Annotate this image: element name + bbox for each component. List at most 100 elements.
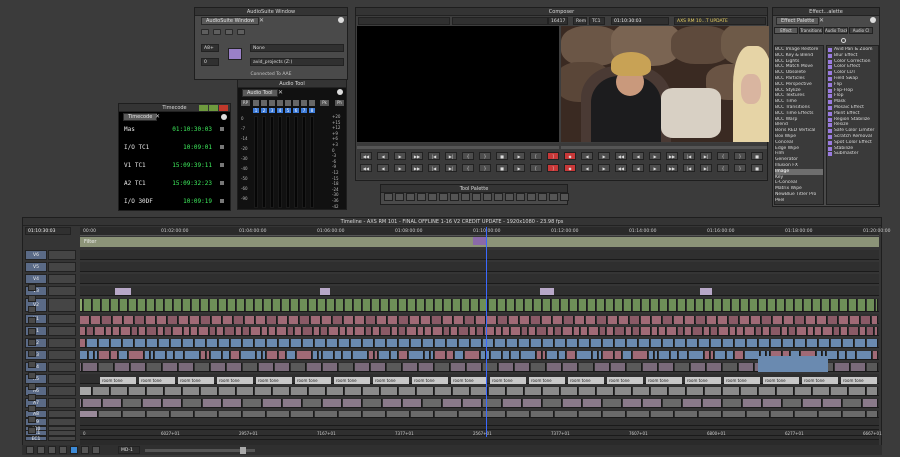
transport-button[interactable]: |◀	[428, 152, 440, 160]
clip[interactable]	[219, 411, 242, 417]
clip[interactable]	[147, 387, 164, 395]
clip[interactable]	[201, 316, 211, 324]
track-monitor-icon[interactable]	[28, 405, 36, 412]
clip[interactable]	[519, 339, 530, 347]
clip[interactable]	[730, 327, 736, 335]
clip[interactable]	[795, 387, 812, 395]
clip[interactable]	[159, 339, 170, 347]
clip[interactable]	[287, 351, 296, 359]
track-monitor-icon[interactable]	[28, 372, 36, 379]
clip[interactable]	[633, 327, 640, 335]
clip[interactable]	[80, 339, 86, 347]
clip[interactable]	[120, 299, 128, 311]
clip[interactable]	[714, 299, 722, 311]
track-selector[interactable]: EC1	[25, 436, 47, 442]
clip[interactable]	[327, 387, 344, 395]
clip[interactable]	[131, 363, 146, 371]
clip[interactable]	[207, 351, 210, 359]
clip[interactable]	[146, 316, 156, 324]
clip[interactable]	[561, 387, 578, 395]
clip[interactable]	[586, 316, 596, 324]
channel-button[interactable]	[261, 100, 267, 106]
plugin-icon[interactable]	[228, 48, 242, 60]
track-monitor-icon[interactable]	[28, 306, 36, 313]
clip[interactable]	[559, 351, 566, 359]
clip[interactable]	[700, 288, 712, 295]
clip[interactable]	[246, 299, 254, 311]
tool-button[interactable]	[461, 193, 470, 201]
clip[interactable]	[129, 299, 137, 311]
tool-button[interactable]	[439, 193, 448, 201]
clip[interactable]	[723, 411, 746, 417]
clip[interactable]	[607, 327, 614, 335]
clip[interactable]	[543, 351, 546, 359]
clip[interactable]	[511, 327, 521, 335]
clip[interactable]	[190, 316, 200, 324]
clip[interactable]	[319, 351, 322, 359]
clip[interactable]	[121, 327, 131, 335]
tool-button[interactable]	[428, 193, 437, 201]
clip[interactable]	[93, 387, 110, 395]
clip[interactable]	[392, 327, 398, 335]
clip[interactable]	[547, 363, 562, 371]
clip[interactable]	[567, 339, 578, 347]
track-monitor-icon[interactable]	[28, 284, 36, 291]
clip[interactable]	[834, 327, 840, 335]
clip[interactable]	[211, 363, 226, 371]
room-tone-clip[interactable]: room tone	[802, 377, 838, 384]
transport-button[interactable]: ◀	[581, 164, 593, 172]
clip[interactable]	[451, 363, 466, 371]
tool-button[interactable]	[538, 193, 547, 201]
fast-menu-icon[interactable]	[338, 17, 344, 23]
clip[interactable]	[735, 339, 746, 347]
clip[interactable]	[555, 339, 566, 347]
clip[interactable]	[529, 327, 536, 335]
clip[interactable]	[273, 299, 281, 311]
clip[interactable]	[729, 316, 739, 324]
clip[interactable]	[147, 411, 170, 417]
clip[interactable]	[399, 387, 416, 395]
clip[interactable]	[606, 299, 614, 311]
close-icon[interactable]: ✕	[819, 17, 824, 25]
clip[interactable]	[597, 387, 614, 395]
clip[interactable]	[168, 316, 178, 324]
clip[interactable]	[432, 316, 442, 324]
timecode-row[interactable]: I/O 30DF 10:09:19	[120, 193, 228, 210]
clip[interactable]	[503, 327, 510, 335]
clip[interactable]	[267, 339, 278, 347]
transport-button[interactable]: |◀	[428, 164, 440, 172]
clip[interactable]	[719, 327, 729, 335]
clip[interactable]	[309, 299, 317, 311]
source-monitor[interactable]	[357, 26, 559, 142]
clip[interactable]	[817, 316, 827, 324]
clip[interactable]	[641, 327, 651, 335]
clip[interactable]	[583, 399, 602, 407]
clip[interactable]	[603, 351, 614, 359]
transport-button[interactable]: ]	[547, 152, 559, 160]
room-tone-clip[interactable]: room tone	[646, 377, 682, 384]
clip[interactable]	[815, 327, 822, 335]
clip[interactable]	[435, 411, 458, 417]
clip[interactable]	[433, 327, 443, 335]
tool-button[interactable]	[384, 193, 393, 201]
clip[interactable]	[119, 351, 128, 359]
transport-button[interactable]: ▶▶	[666, 164, 678, 172]
timeline-tool-button[interactable]	[48, 446, 56, 454]
clip[interactable]	[543, 299, 551, 311]
clip[interactable]	[835, 363, 850, 371]
track-controls[interactable]	[48, 410, 76, 418]
clip[interactable]	[390, 299, 398, 311]
clip[interactable]	[399, 339, 410, 347]
clip[interactable]	[699, 339, 710, 347]
clip[interactable]	[822, 299, 830, 311]
clip[interactable]	[649, 351, 654, 359]
transport-button[interactable]: {	[717, 164, 729, 172]
clip[interactable]	[387, 339, 398, 347]
clip[interactable]	[867, 339, 878, 347]
clip[interactable]	[99, 339, 110, 347]
clip[interactable]	[343, 399, 362, 407]
clip[interactable]	[99, 411, 122, 417]
transport-button[interactable]: ◀	[632, 152, 644, 160]
zoom-button[interactable]	[209, 105, 218, 111]
clip[interactable]	[525, 299, 533, 311]
